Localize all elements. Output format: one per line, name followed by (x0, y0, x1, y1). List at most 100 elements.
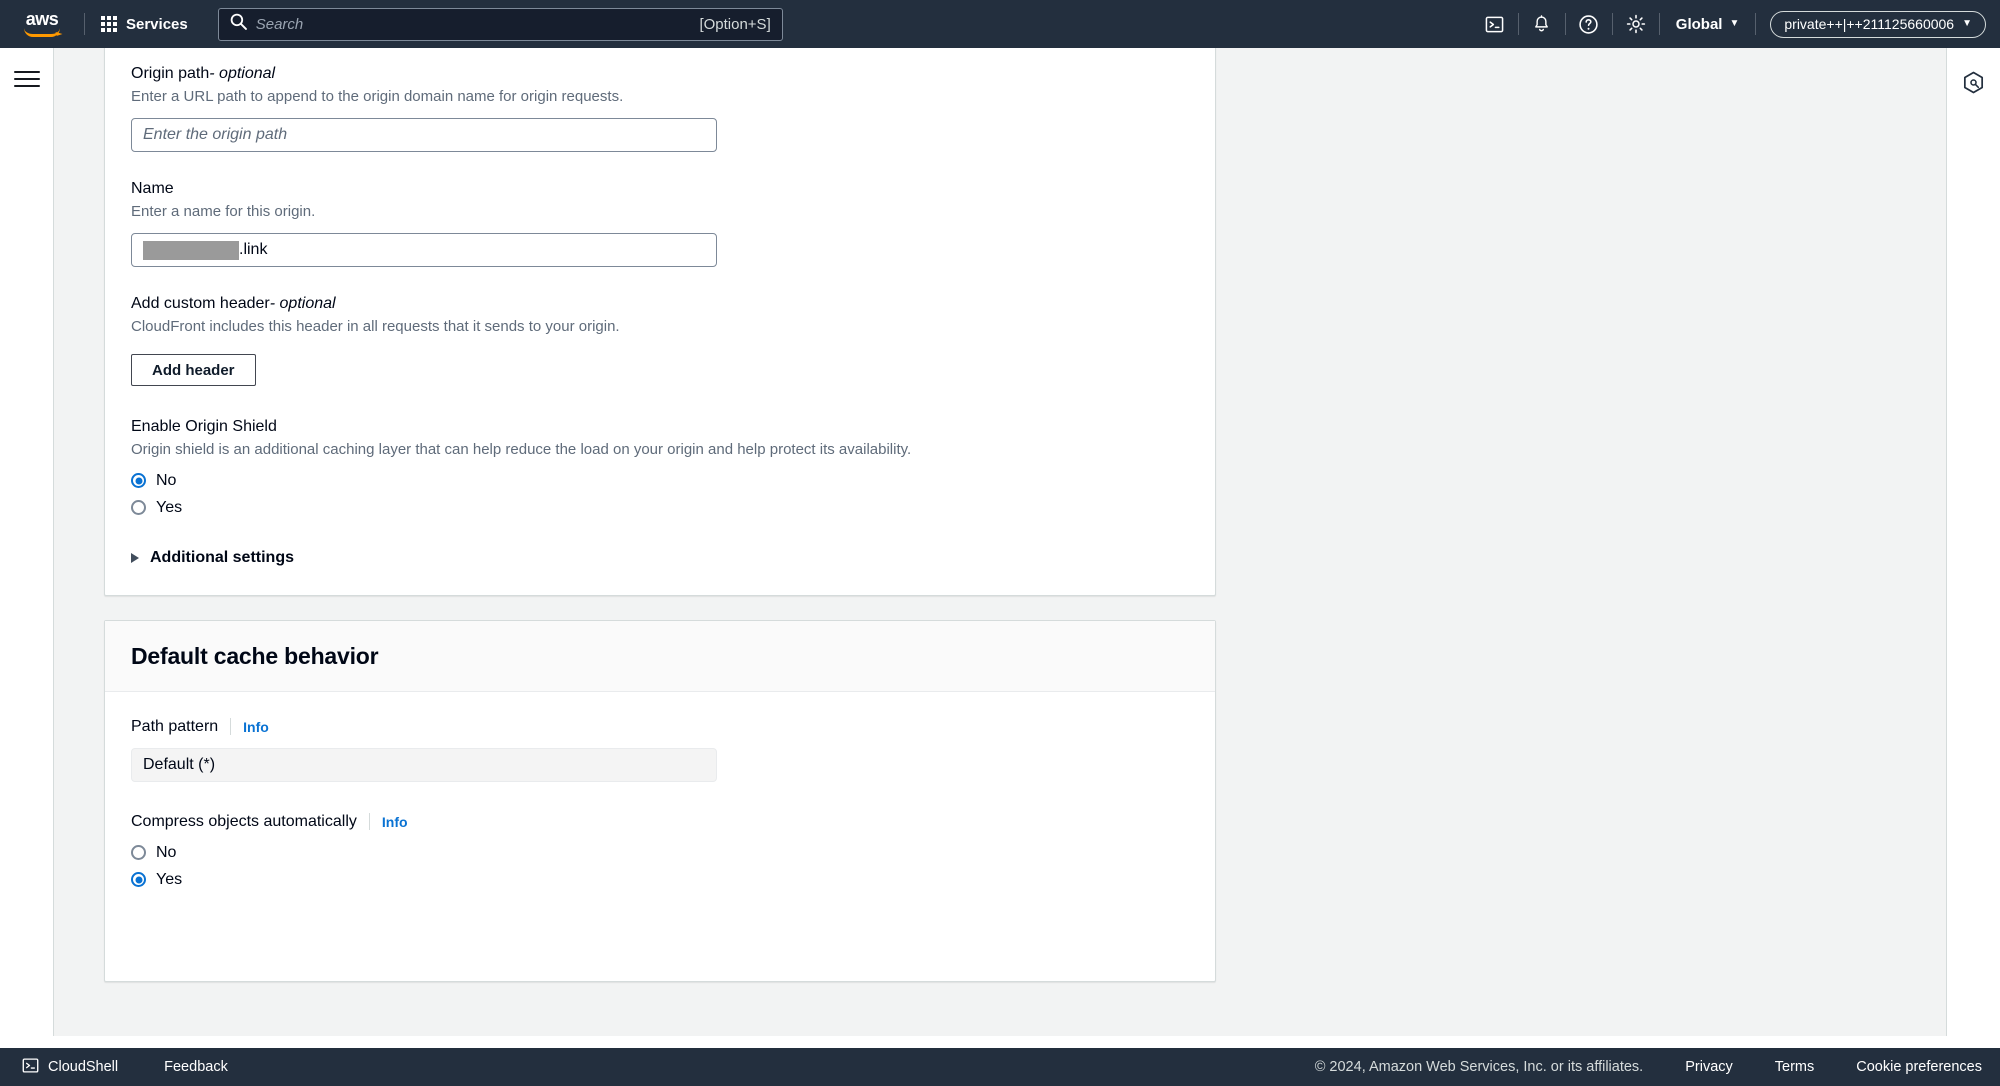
top-navigation-bar: aws Services Search [Option+S] Global ▼ … (0, 0, 2000, 48)
left-navigation-rail (0, 48, 54, 1036)
waffle-grid-icon (101, 16, 117, 32)
aws-logo-text: aws (25, 9, 59, 29)
origin-path-optional-suffix: - optional (209, 65, 276, 82)
footer-right-group: © 2024, Amazon Web Services, Inc. or its… (1315, 1059, 2000, 1075)
compress-objects-radio-yes-label: Yes (156, 870, 183, 888)
cloudshell-icon (22, 1057, 39, 1078)
search-input[interactable]: Search [Option+S] (217, 7, 783, 41)
card-bottom-spacer (131, 893, 1189, 953)
additional-settings-label: Additional settings (150, 549, 294, 566)
origin-path-input[interactable]: Enter the origin path (131, 118, 717, 152)
footer-bar: CloudShell Feedback © 2024, Amazon Web S… (0, 1048, 2000, 1086)
origin-path-label-text: Origin path (131, 65, 210, 82)
redacted-value-block (143, 240, 239, 260)
radio-indicator-unselected (131, 500, 146, 515)
origin-shield-radio-no[interactable]: No (131, 467, 1189, 494)
settings-gear-icon[interactable] (1613, 0, 1659, 48)
origin-shield-description: Origin shield is an additional caching l… (131, 441, 912, 458)
origin-shield-radio-yes-label: Yes (156, 498, 183, 516)
compress-objects-field: Compress objects automatically Info No Y… (131, 811, 1189, 893)
origin-name-input[interactable]: .link (131, 233, 717, 267)
origin-name-description: Enter a name for this origin. (131, 203, 316, 220)
custom-header-description: CloudFront includes this header in all r… (131, 318, 620, 335)
nav-divider (1755, 13, 1757, 35)
content-scroll-area[interactable]: Origin path - optional Enter a URL path … (54, 48, 1946, 1036)
footer-link-cookie-preferences[interactable]: Cookie preferences (1856, 1059, 1982, 1075)
cache-card-header: Default cache behavior (105, 621, 1215, 692)
path-pattern-label: Path pattern (131, 718, 219, 735)
radio-indicator-selected (131, 473, 146, 488)
path-pattern-info-link[interactable]: Info (243, 719, 269, 735)
right-help-rail (1946, 48, 2000, 1036)
compress-objects-info-link[interactable]: Info (382, 814, 408, 830)
hamburger-menu-icon[interactable] (13, 68, 40, 90)
origin-shield-radio-yes[interactable]: Yes (131, 494, 1189, 521)
chevron-down-icon: ▼ (1962, 18, 1972, 29)
default-cache-behavior-card: Default cache behavior Path pattern Info… (104, 620, 1216, 982)
path-pattern-input: Default (*) (131, 748, 717, 782)
origin-path-field: Origin path - optional Enter a URL path … (131, 63, 1189, 152)
footer-link-terms[interactable]: Terms (1775, 1059, 1814, 1075)
nav-right-group: Global ▼ private++|++211125660006 ▼ (1472, 0, 2000, 48)
origin-name-label: Name (131, 178, 1189, 199)
search-placeholder-text: Search (255, 15, 304, 33)
origin-shield-label-text: Enable Origin Shield (131, 418, 277, 435)
path-pattern-value: Default (*) (143, 756, 216, 773)
footer-link-privacy[interactable]: Privacy (1685, 1059, 1733, 1075)
origin-name-suffix: .link (239, 241, 268, 258)
footer-cloudshell-label: CloudShell (48, 1059, 119, 1075)
additional-settings-expander[interactable]: Additional settings (131, 549, 1189, 567)
origin-shield-label: Enable Origin Shield (131, 416, 1189, 437)
origin-card-body: Origin path - optional Enter a URL path … (105, 48, 1215, 595)
footer-cloudshell-button[interactable]: CloudShell (14, 1057, 126, 1078)
app-body: Origin path - optional Enter a URL path … (0, 48, 2000, 1036)
cache-card-title: Default cache behavior (131, 643, 379, 669)
label-info-separator (230, 718, 232, 735)
services-label: Services (126, 15, 188, 33)
region-label: Global (1675, 15, 1723, 33)
card-spacer (104, 596, 1216, 620)
account-label: private++|++211125660006 (1784, 16, 1955, 32)
notifications-bell-icon[interactable] (1519, 0, 1565, 48)
cache-card-body: Path pattern Info Default (*) Compress o… (105, 692, 1215, 981)
origin-path-description: Enter a URL path to append to the origin… (131, 88, 624, 105)
search-shortcut-hint: [Option+S] (699, 15, 771, 33)
custom-header-optional-suffix: - optional (269, 295, 336, 312)
label-info-separator (368, 813, 370, 830)
aws-logo-smile (24, 28, 60, 37)
chevron-down-icon: ▼ (1729, 18, 1740, 29)
origin-shield-radio-group: No Yes (131, 467, 1189, 521)
custom-header-label: Add custom header - optional (131, 293, 1189, 314)
compress-objects-radio-no[interactable]: No (131, 839, 1189, 866)
triangle-right-icon (131, 553, 139, 563)
account-selector-button[interactable]: private++|++211125660006 ▼ (1770, 10, 1986, 38)
origin-path-input-placeholder: Enter the origin path (143, 126, 288, 143)
add-header-button[interactable]: Add header (131, 354, 256, 386)
cloudshell-icon[interactable] (1472, 0, 1518, 48)
footer-left-group: CloudShell Feedback (0, 1057, 234, 1078)
origin-name-label-text: Name (131, 180, 174, 197)
custom-header-label-text: Add custom header (131, 295, 270, 312)
cloudfront-hexagon-icon[interactable] (1956, 64, 1992, 100)
compress-objects-radio-group: No Yes (131, 839, 1189, 893)
origin-name-field: Name Enter a name for this origin. .link (131, 178, 1189, 267)
compress-objects-label-row: Compress objects automatically Info (131, 811, 1189, 832)
footer-copyright: © 2024, Amazon Web Services, Inc. or its… (1314, 1059, 1644, 1075)
help-question-icon[interactable] (1566, 0, 1612, 48)
compress-objects-radio-no-label: No (156, 843, 177, 861)
compress-objects-label: Compress objects automatically (131, 813, 357, 830)
radio-indicator-selected (131, 872, 146, 887)
footer-feedback-link[interactable]: Feedback (158, 1059, 234, 1075)
aws-logo-icon[interactable]: aws (18, 9, 66, 39)
compress-objects-radio-yes[interactable]: Yes (131, 866, 1189, 893)
radio-indicator-unselected (131, 845, 146, 860)
path-pattern-label-row: Path pattern Info (131, 716, 1189, 737)
region-selector-button[interactable]: Global ▼ (1660, 0, 1756, 48)
custom-header-field: Add custom header - optional CloudFront … (131, 293, 1189, 386)
search-icon (230, 13, 247, 35)
path-pattern-field: Path pattern Info Default (*) (131, 716, 1189, 782)
origin-path-label: Origin path - optional (131, 63, 1189, 84)
services-menu-button[interactable]: Services (85, 0, 204, 48)
origin-shield-radio-no-label: No (156, 471, 177, 489)
content-column: Origin path - optional Enter a URL path … (104, 48, 1216, 982)
